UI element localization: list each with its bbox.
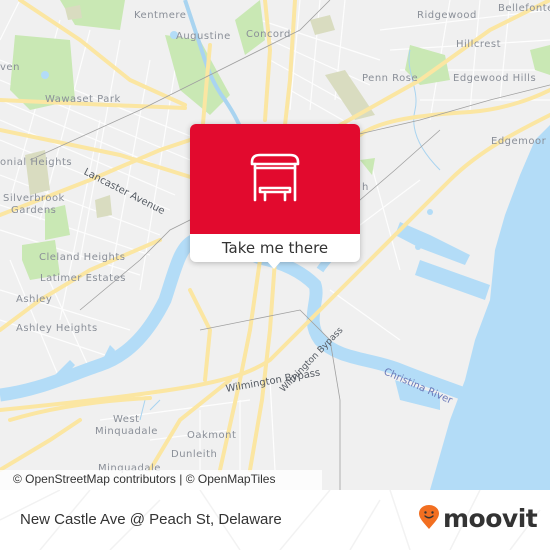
stop-name: New Castle Ave @ Peach St, Delaware: [20, 511, 282, 528]
place-label-concord: Concord: [246, 29, 291, 40]
place-label-colonial-heights: onial Heights: [0, 157, 73, 168]
place-label-ashley: Ashley: [16, 294, 53, 305]
moovit-wordmark: moovit: [443, 504, 538, 533]
place-label-oakmont: Oakmont: [187, 430, 237, 441]
place-label-west-minquadale: Minquadale: [95, 426, 158, 437]
map-view[interactable]: Kentmere Augustine Concord Ridgewood Bel…: [0, 0, 550, 490]
moovit-logo[interactable]: moovit: [418, 504, 538, 534]
place-label-partial: h: [362, 182, 369, 193]
footer-bar: New Castle Ave @ Peach St, Delaware moov…: [0, 490, 550, 550]
place-label-silverbrook: Silverbrook: [3, 193, 65, 204]
place-label-edgewood-hills: Edgewood Hills: [453, 73, 537, 84]
place-label-cleland-heights: Cleland Heights: [39, 252, 126, 263]
place-label-kentmere: Kentmere: [134, 10, 187, 21]
popup-pointer: [266, 260, 282, 269]
moovit-pin-icon: [418, 504, 440, 534]
place-label-wawaset-park: Wawaset Park: [45, 94, 121, 105]
stop-popup[interactable]: Take me there: [190, 124, 360, 269]
place-label-dunleith: Dunleith: [171, 449, 218, 460]
place-label-gardens: Gardens: [11, 205, 57, 216]
place-label-haven: ven: [0, 62, 20, 73]
place-label-west: West: [113, 414, 140, 425]
place-label-ashley-heights: Ashley Heights: [16, 323, 98, 334]
place-label-augustine: Augustine: [176, 31, 231, 42]
place-label-ridgewood: Ridgewood: [417, 10, 477, 21]
bus-stop-shelter-icon: [248, 152, 302, 206]
place-label-penn-rose: Penn Rose: [362, 73, 419, 84]
place-label-edgemoor: Edgemoor: [491, 136, 547, 147]
take-me-there-button[interactable]: Take me there: [190, 234, 360, 262]
place-label-bellefonte: Bellefonte: [498, 3, 550, 14]
map-attribution[interactable]: © OpenStreetMap contributors | © OpenMap…: [0, 470, 322, 490]
place-label-latimer-estates: Latimer Estates: [40, 273, 126, 284]
popup-header: [190, 124, 360, 234]
place-label-hillcrest: Hillcrest: [456, 39, 502, 50]
